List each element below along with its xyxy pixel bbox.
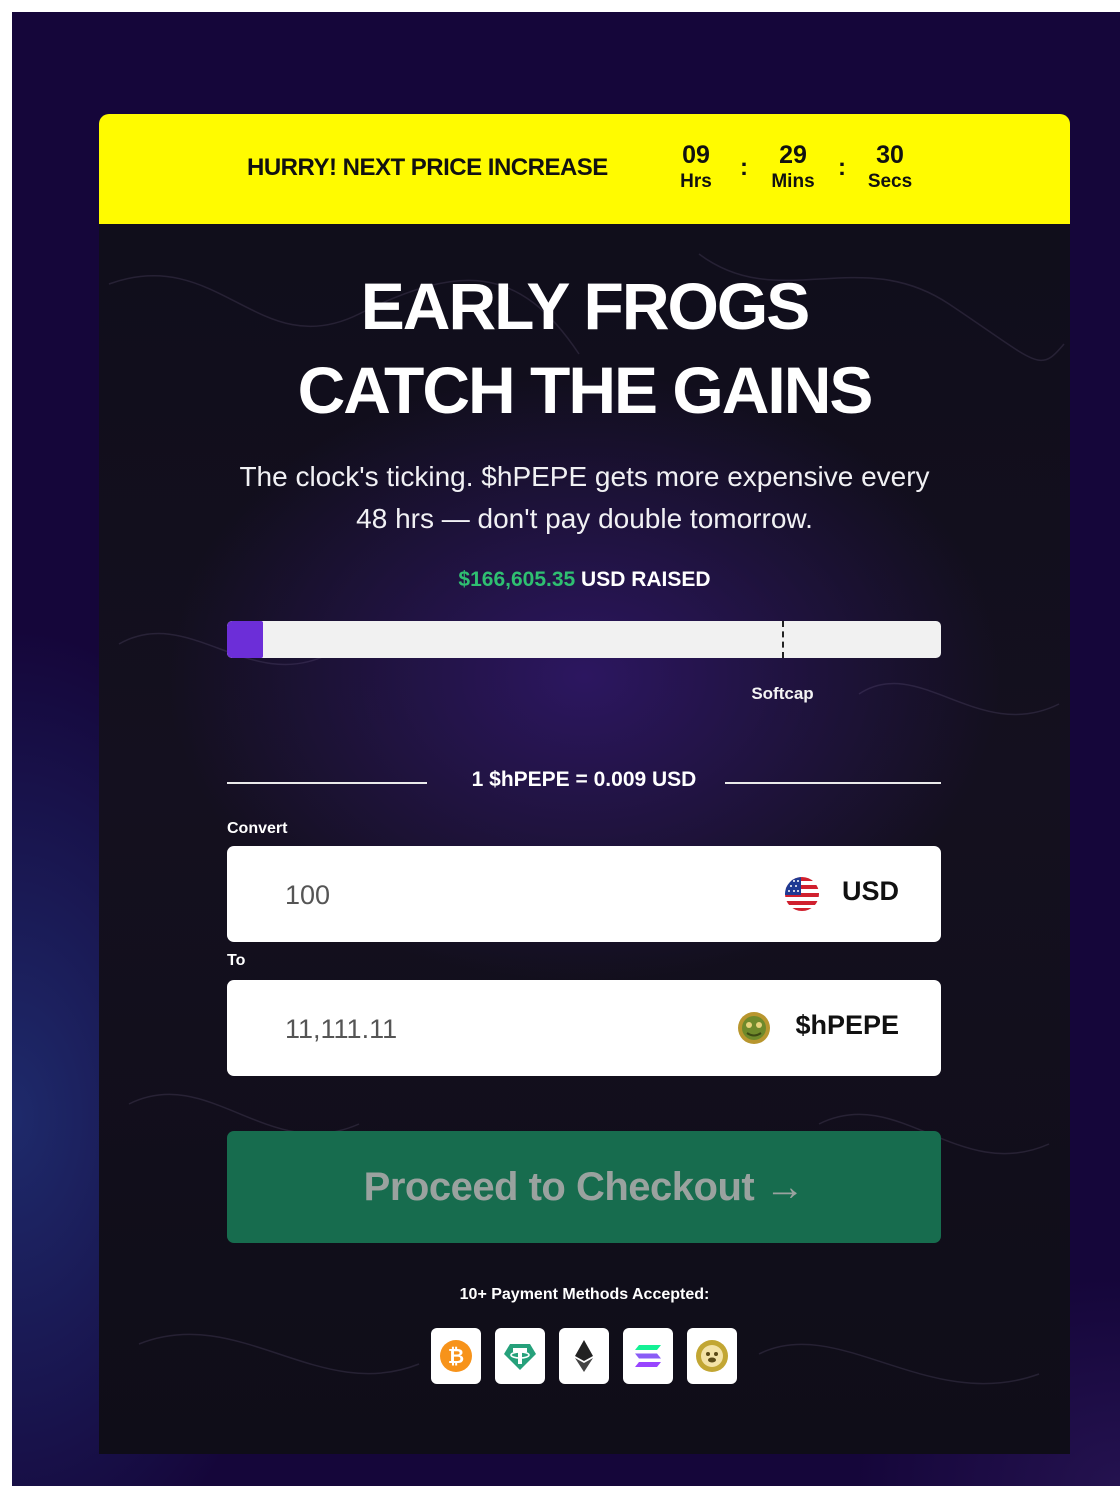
convert-amount-input[interactable] [283,874,707,916]
tether-icon [495,1328,545,1384]
hours-value: 09 [682,141,710,169]
raised-value: $166,605.35 [458,568,576,591]
solana-icon [623,1328,673,1384]
countdown-banner: HURRY! NEXT PRICE INCREASE 09 Hrs : 29 M… [99,114,1070,224]
countdown-separator: : [740,154,748,181]
headline-line-1: EARLY FROGS [360,269,810,343]
to-amount-input[interactable] [283,1008,707,1050]
rate-divider-right [725,782,941,784]
svg-text:₿: ₿ [448,1344,464,1368]
raised-suffix: USD RAISED [575,568,711,591]
dogecoin-icon [687,1328,737,1384]
to-label: To [227,952,246,969]
countdown-separator: : [838,154,846,181]
bitcoin-icon: ₿ [431,1328,481,1384]
convert-currency: USD [841,876,899,906]
hpepe-coin-icon [737,1011,771,1045]
hours-label: Hrs [680,171,712,192]
payment-methods: ₿ [431,1328,739,1384]
softcap-label: Softcap [751,684,814,703]
progress-fill [227,621,263,658]
to-field[interactable]: $hPEPE [227,980,941,1076]
seconds-label: Secs [867,171,913,192]
rate-text: 1 $hPEPE = 0.009 USD [471,768,697,791]
subtitle: The clock's ticking. $hPEPE gets more ex… [239,461,930,534]
headline: EARLY FROGS CATCH THE GAINS [99,264,1070,432]
banner-title: HURRY! NEXT PRICE INCREASE [247,154,608,181]
convert-field[interactable]: USD [227,846,941,942]
seconds-value: 30 [876,141,904,169]
softcap-marker [782,621,785,658]
payment-methods-title: 10+ Payment Methods Accepted: [459,1286,710,1303]
ethereum-icon [559,1328,609,1384]
presale-widget: HURRY! NEXT PRICE INCREASE 09 Hrs : 29 M… [99,114,1070,1454]
countdown-minutes: 29 Mins [753,140,833,194]
raised-amount: $166,605.35 USD RAISED [99,568,1070,592]
headline-line-2: CATCH THE GAINS [297,353,874,427]
convert-label: Convert [227,820,288,837]
minutes-label: Mins [771,171,815,192]
countdown-hours: 09 Hrs [656,140,736,194]
raise-progress-bar [227,621,941,658]
proceed-to-checkout-button[interactable]: Proceed to Checkout → [227,1131,941,1243]
exchange-rate: 1 $hPEPE = 0.009 USD [227,768,941,798]
minutes-value: 29 [779,141,807,169]
to-currency: $hPEPE [795,1010,899,1040]
us-flag-icon [785,877,819,911]
countdown-seconds: 30 Secs [850,140,930,194]
